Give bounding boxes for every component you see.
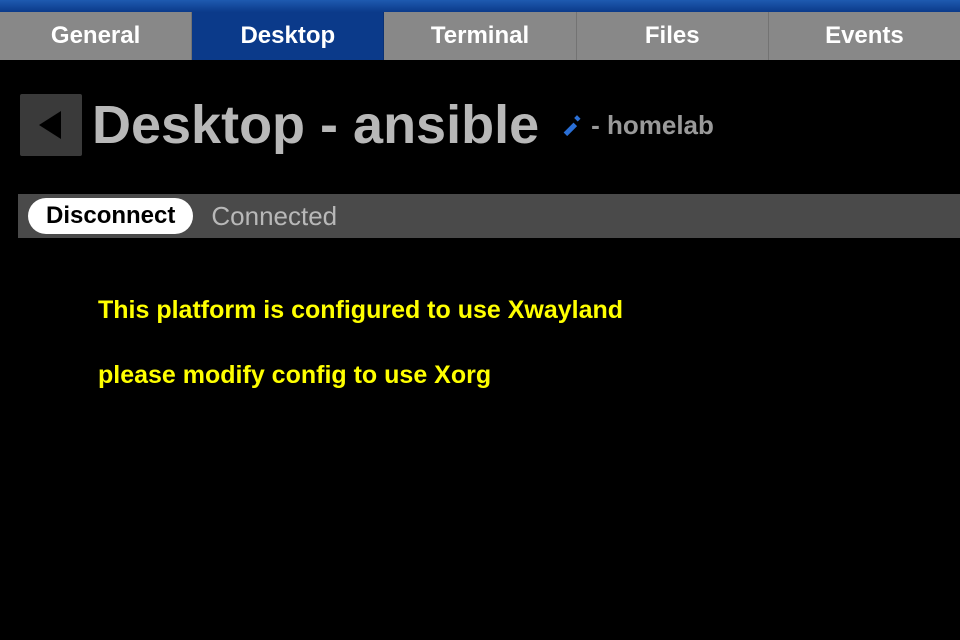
back-button[interactable]: [20, 94, 82, 156]
disconnect-button[interactable]: Disconnect: [28, 198, 193, 234]
page-header: Desktop - ansible - homelab: [0, 94, 960, 156]
status-bar: Disconnect Connected: [18, 194, 960, 238]
page-subtitle: - homelab: [591, 110, 714, 141]
window-top-strip: [0, 0, 960, 12]
connection-status: Connected: [211, 201, 337, 232]
back-arrow-icon: [33, 107, 69, 143]
warning-line-1: This platform is configured to use Xwayl…: [98, 296, 920, 325]
tab-events[interactable]: Events: [769, 12, 960, 60]
message-area: This platform is configured to use Xwayl…: [0, 296, 960, 390]
tab-terminal[interactable]: Terminal: [384, 12, 576, 60]
warning-line-2: please modify config to use Xorg: [98, 361, 920, 390]
tab-files[interactable]: Files: [577, 12, 769, 60]
main-tabs: General Desktop Terminal Files Events: [0, 12, 960, 60]
edit-icon[interactable]: [561, 114, 583, 136]
tab-general[interactable]: General: [0, 12, 192, 60]
page-title: Desktop - ansible: [92, 98, 539, 152]
tab-desktop[interactable]: Desktop: [192, 12, 384, 60]
